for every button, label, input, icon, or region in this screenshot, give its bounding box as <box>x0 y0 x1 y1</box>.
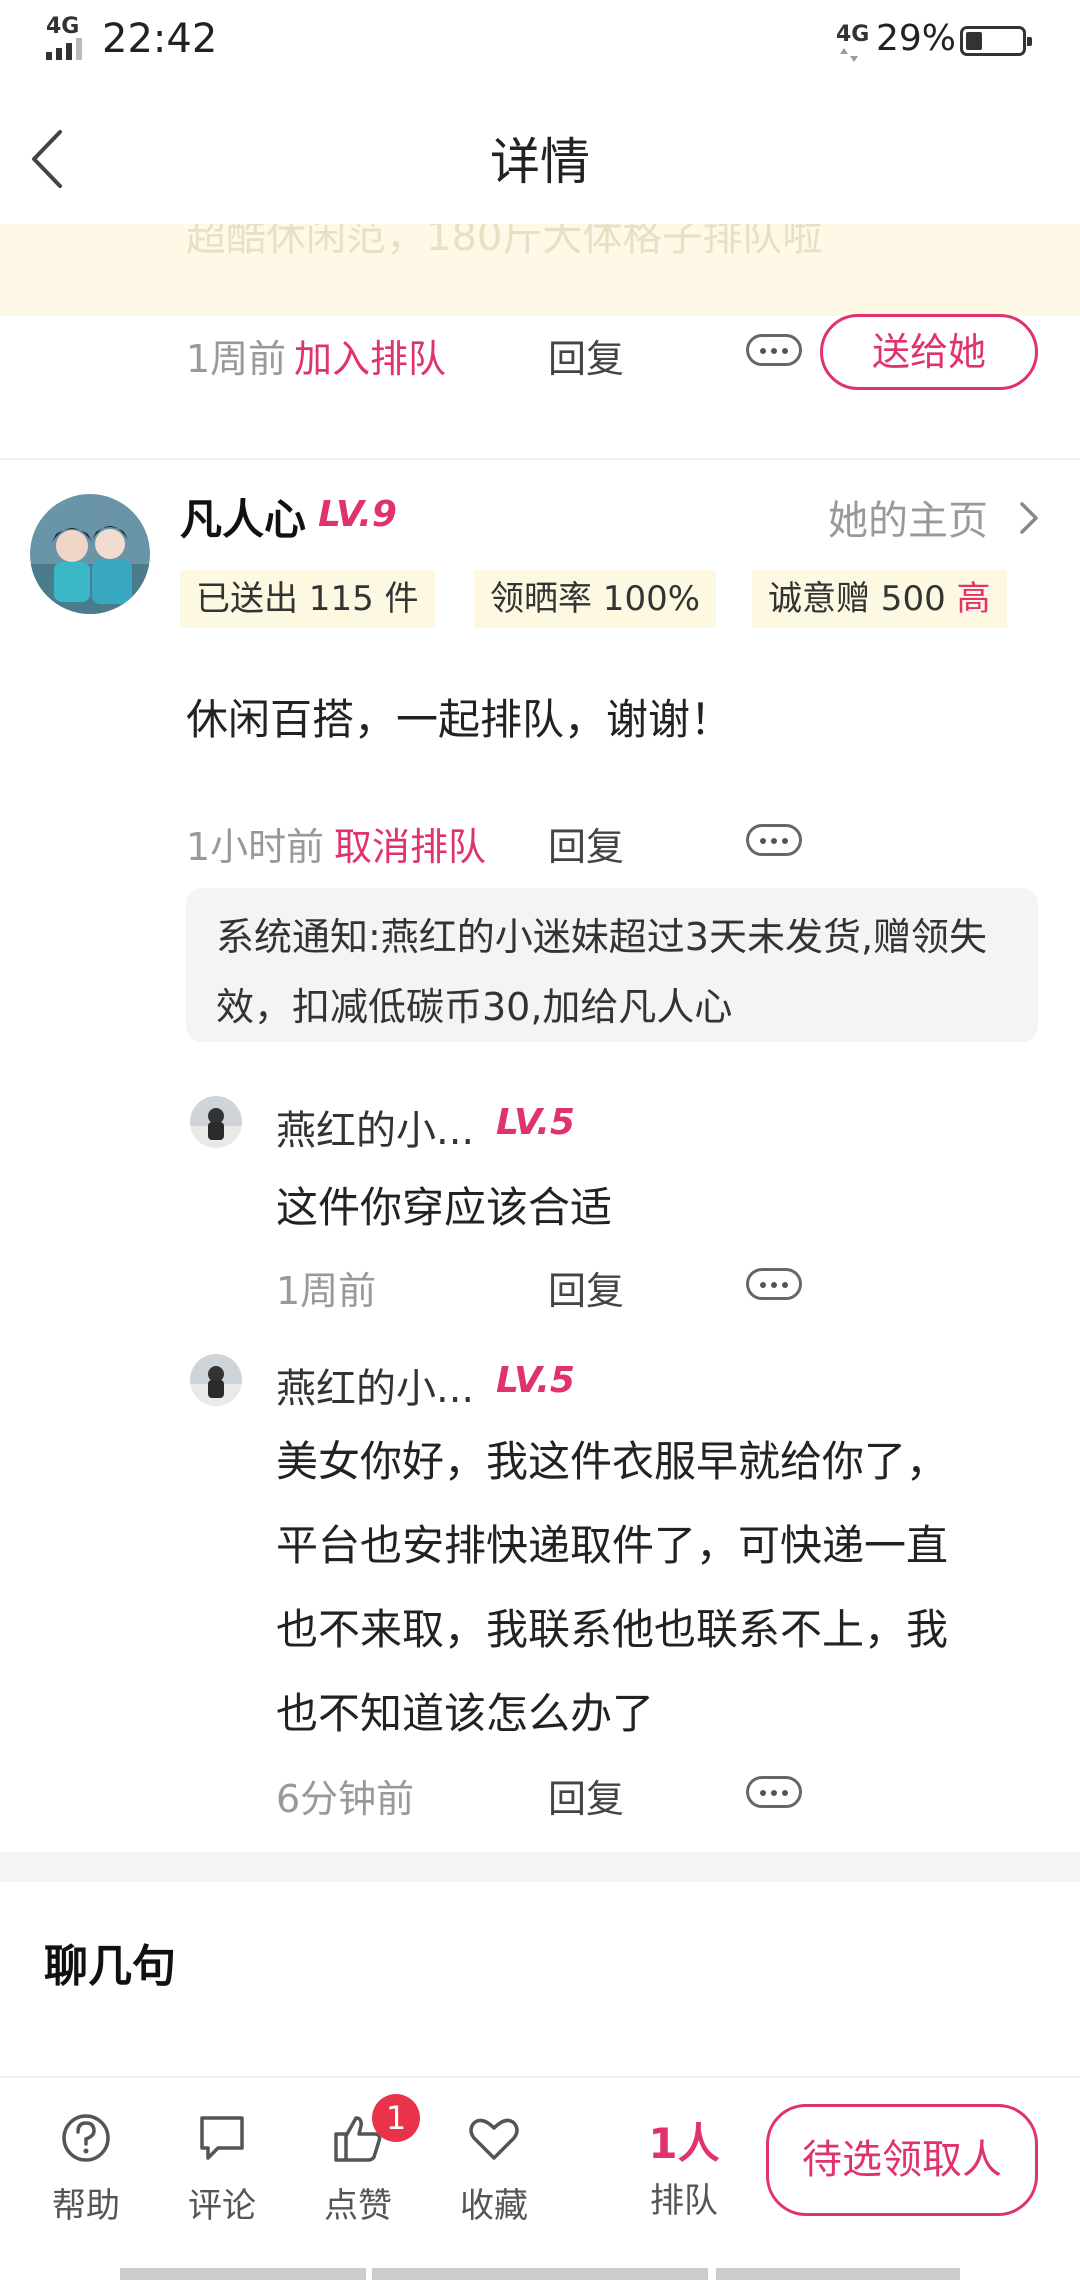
queue-count-number: 1人 <box>648 2119 720 2168</box>
reply-text-line: 美女你好，我这件衣服早就给你了， <box>276 1437 949 1486</box>
header: 详情 <box>0 84 1080 224</box>
reply-level: LV.5 <box>496 1102 575 1143</box>
tag-sincerity-label: 诚意赠 500 <box>768 579 946 619</box>
battery-percent: 29% <box>876 18 957 59</box>
help-label: 帮助 <box>52 2186 120 2226</box>
nav-indicator <box>120 2268 366 2280</box>
reply-text-line: 平台也安排快递取件了，可快递一直 <box>276 1521 949 1570</box>
tag-show-rate-label: 领晒率 100% <box>490 579 701 619</box>
comment-time: 1小时前 <box>186 825 325 869</box>
more-options-icon[interactable] <box>746 1776 802 1808</box>
comment-username[interactable]: 凡人心 <box>180 486 306 547</box>
tag-sent-count-label: 已送出 115 件 <box>196 579 419 619</box>
like-label: 点赞 <box>324 2186 392 2226</box>
favorite-label: 收藏 <box>460 2186 528 2226</box>
user-level: LV.9 <box>318 494 397 535</box>
network-type-right: 4G <box>836 22 870 47</box>
cancel-queue-link[interactable]: 取消排队 <box>334 816 486 871</box>
help-button[interactable]: 帮助 <box>36 2108 136 2227</box>
bottom-bar: 帮助 评论 点赞 1 收藏 1人 排队 待选领取人 <box>0 2076 1080 2282</box>
heart-icon <box>469 2118 519 2160</box>
queue-count[interactable]: 1人 排队 <box>636 2110 732 2222</box>
more-options-icon[interactable] <box>746 824 802 856</box>
section-gap <box>0 1852 1080 1882</box>
favorite-button[interactable]: 收藏 <box>444 2108 544 2227</box>
reply-reply-button[interactable]: 回复 <box>548 1768 624 1823</box>
chat-section-title: 聊几句 <box>44 1941 176 1992</box>
battery-icon <box>960 26 1032 56</box>
reply-text-line: 也不知道该怎么办了 <box>276 1689 655 1738</box>
reply-avatar[interactable] <box>190 1354 242 1406</box>
tag-sent-count: 已送出 115 件 <box>180 570 435 628</box>
homepage-link[interactable]: 她的主页 <box>828 488 988 546</box>
page-title: 详情 <box>490 133 590 191</box>
reply-text-line: 也不来取，我联系他也联系不上，我 <box>276 1605 949 1654</box>
reply-time: 6分钟前 <box>276 1777 415 1821</box>
reply-level: LV.5 <box>496 1360 575 1401</box>
more-options-icon[interactable] <box>746 334 802 366</box>
reply-reply-button[interactable]: 回复 <box>548 1260 624 1315</box>
reply-avatar[interactable] <box>190 1096 242 1148</box>
prev-item-time: 1周前 <box>186 337 287 381</box>
comment-label: 评论 <box>188 2186 256 2226</box>
prev-reply-button[interactable]: 回复 <box>548 328 624 383</box>
reply-text: 这件你穿应该合适 <box>276 1183 613 1232</box>
notice-band: 超酷休闲范，180斤大体格子排队啦 <box>0 224 1080 316</box>
data-arrows-icon <box>840 48 858 62</box>
comment-icon <box>200 2116 244 2160</box>
more-options-icon[interactable] <box>746 1268 802 1300</box>
network-type: 4G <box>46 14 80 39</box>
tag-show-rate: 领晒率 100% <box>474 570 717 628</box>
reply-text: 美女你好，我这件衣服早就给你了， 平台也安排快递取件了，可快递一直 也不来取，我… <box>276 1420 1080 1756</box>
tag-sincerity: 诚意赠 500 高 <box>752 570 1007 628</box>
divider <box>0 458 1080 460</box>
give-her-button[interactable]: 送给她 <box>820 314 1038 390</box>
reply-time: 1周前 <box>276 1269 377 1313</box>
pending-recipient-button[interactable]: 待选领取人 <box>766 2104 1038 2216</box>
nav-indicator <box>716 2268 960 2280</box>
chevron-right-icon[interactable] <box>1016 500 1040 536</box>
reply-username[interactable]: 燕红的小... <box>276 1356 474 1414</box>
queue-label: 排队 <box>650 2181 718 2221</box>
join-queue-link[interactable]: 加入排队 <box>294 328 446 383</box>
help-icon <box>62 2114 110 2162</box>
system-notice-text: 系统通知:燕红的小迷妹超过3天未发货,赠领失效，扣减低碳币30,加给凡人心 <box>216 915 988 1029</box>
comment-text: 休闲百搭，一起排队，谢谢！ <box>186 695 733 744</box>
system-notice: 系统通知:燕红的小迷妹超过3天未发货,赠领失效，扣减低碳币30,加给凡人心 <box>186 888 1038 1042</box>
nav-indicator <box>372 2268 708 2280</box>
avatar[interactable] <box>30 494 150 614</box>
signal-icon <box>46 38 82 60</box>
comment-reply-button[interactable]: 回复 <box>548 816 624 871</box>
notice-band-text: 超酷休闲范，180斤大体格子排队啦 <box>186 224 823 260</box>
reply-username[interactable]: 燕红的小... <box>276 1098 474 1156</box>
like-count-badge: 1 <box>372 2094 420 2142</box>
status-bar: 4G 22:42 4G 29% <box>0 0 1080 84</box>
comment-button[interactable]: 评论 <box>172 2108 272 2227</box>
tag-sincerity-level: 高 <box>956 579 991 619</box>
status-time: 22:42 <box>102 16 218 62</box>
